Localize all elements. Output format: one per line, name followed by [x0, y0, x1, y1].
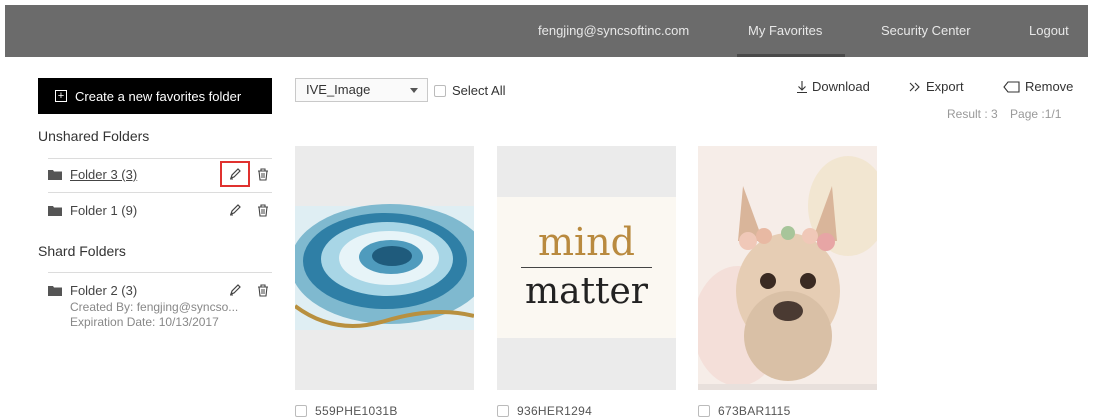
favorite-item-card[interactable]: 673BAR1115: [698, 146, 877, 417]
remove-icon: [1003, 80, 1020, 93]
download-label: Download: [812, 79, 870, 94]
logout-link[interactable]: Logout: [1029, 5, 1069, 57]
checkbox[interactable]: [295, 405, 307, 417]
plus-icon: +: [55, 90, 67, 102]
remove-label: Remove: [1025, 79, 1074, 94]
folder-name-link[interactable]: Folder 2 (3): [70, 283, 222, 298]
download-icon: [797, 80, 807, 93]
export-label: Export: [926, 79, 964, 94]
item-id: 673BAR1115: [718, 404, 791, 417]
checkbox[interactable]: [698, 405, 710, 417]
folder-name-link[interactable]: Folder 3 (3): [70, 167, 220, 182]
folder-icon: [48, 169, 62, 180]
user-email-link[interactable]: fengjing@syncsoftinc.com: [538, 5, 689, 57]
folder-created-by: Created By: fengjing@syncso...: [70, 300, 239, 314]
category-select[interactable]: IVE_Image: [295, 78, 428, 102]
remove-button[interactable]: Remove: [1003, 79, 1073, 94]
unshared-folders-title: Unshared Folders: [38, 128, 150, 144]
divider: [48, 192, 272, 193]
export-button[interactable]: Export: [909, 79, 964, 94]
edit-icon[interactable]: [220, 161, 250, 187]
double-chevron-right-icon: [909, 82, 921, 92]
edit-icon[interactable]: [226, 281, 244, 299]
select-all-label: Select All: [452, 83, 506, 98]
favorite-item-card[interactable]: 559PHE1031B: [295, 146, 474, 417]
folder-name-link[interactable]: Folder 1 (9): [70, 203, 222, 218]
trash-icon[interactable]: [254, 201, 272, 219]
edit-icon[interactable]: [226, 201, 244, 219]
artwork-text-line1: mind: [538, 220, 635, 264]
item-thumbnail[interactable]: mind matter: [497, 146, 676, 390]
folder-item[interactable]: Folder 1 (9): [48, 200, 272, 220]
item-thumbnail[interactable]: [295, 146, 474, 390]
checkbox[interactable]: [434, 84, 446, 97]
item-id: 559PHE1031B: [315, 404, 398, 417]
create-folder-label: Create a new favorites folder: [75, 88, 242, 104]
shared-folders-title: Shard Folders: [38, 243, 126, 259]
artwork-text-line2: matter: [524, 271, 649, 312]
artwork-rule: [521, 267, 652, 268]
result-count: Result : 3: [947, 107, 998, 121]
folder-expiration-date: Expiration Date: 10/13/2017: [70, 315, 219, 329]
top-nav-bar: fengjing@syncsoftinc.com My Favorites Se…: [5, 5, 1088, 57]
favorite-item-card[interactable]: mind matter 936HER1294: [497, 146, 676, 417]
active-nav-indicator: [737, 54, 845, 57]
chevron-down-icon: [410, 88, 418, 93]
select-all-checkbox[interactable]: Select All: [434, 83, 505, 98]
nav-security-center[interactable]: Security Center: [881, 5, 971, 57]
folder-icon: [48, 285, 62, 296]
folder-icon: [48, 205, 62, 216]
download-button[interactable]: Download: [797, 79, 870, 94]
page-indicator: Page :1/1: [1010, 107, 1062, 121]
checkbox[interactable]: [497, 405, 509, 417]
folder-item[interactable]: Folder 3 (3): [48, 161, 272, 187]
divider: [48, 272, 272, 273]
trash-icon[interactable]: [254, 281, 272, 299]
trash-icon[interactable]: [254, 165, 272, 183]
divider: [48, 158, 272, 159]
result-summary: Result : 3 Page :1/1: [947, 107, 1070, 121]
bulldog-painting-image: [698, 146, 877, 390]
category-select-value: IVE_Image: [306, 82, 371, 97]
item-thumbnail[interactable]: [698, 146, 877, 390]
item-id: 936HER1294: [517, 404, 593, 417]
create-folder-button[interactable]: + Create a new favorites folder: [38, 78, 272, 114]
agate-image: [295, 204, 474, 330]
nav-my-favorites[interactable]: My Favorites: [748, 5, 822, 57]
folder-item[interactable]: Folder 2 (3) Created By: fengjing@syncso…: [48, 280, 272, 330]
